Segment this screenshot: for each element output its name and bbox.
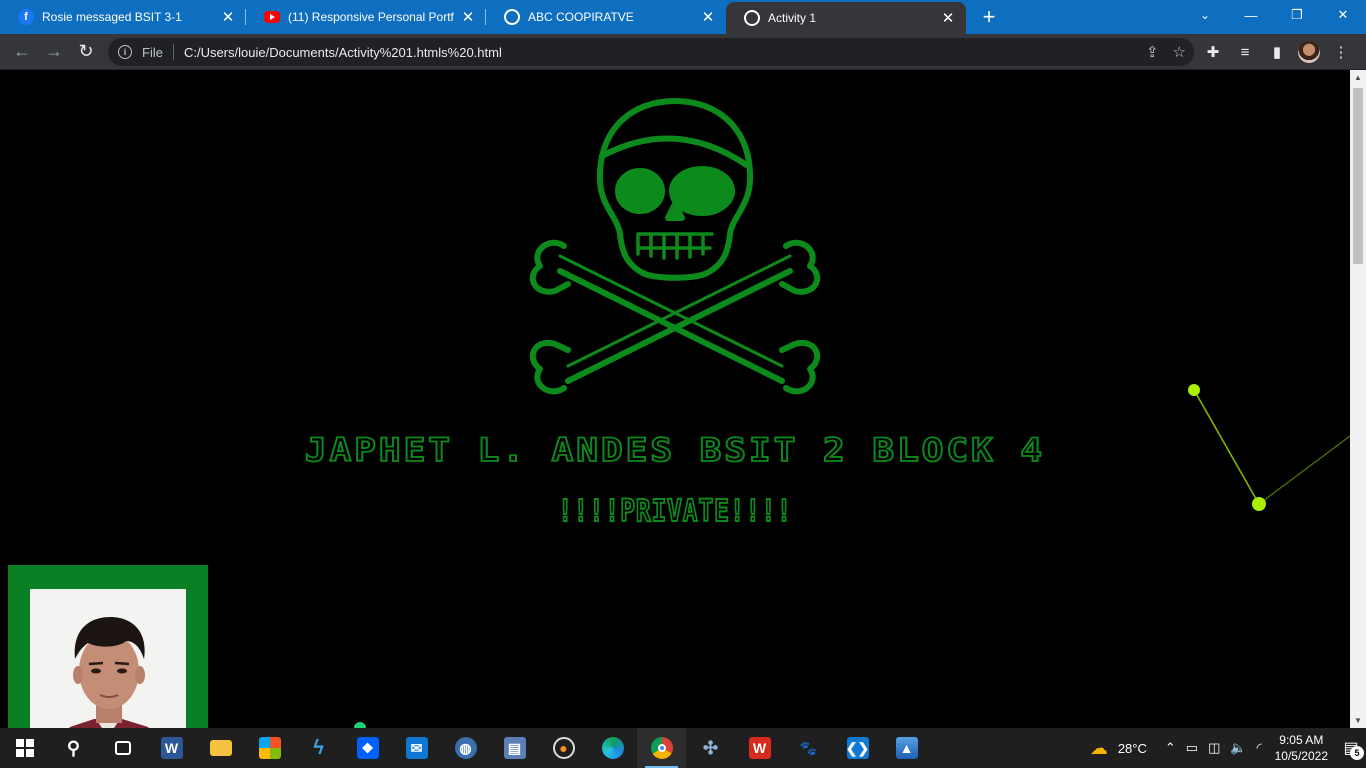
clock[interactable]: 9:05 AM 10/5/2022 <box>1267 732 1336 764</box>
clock-date: 10/5/2022 <box>1274 749 1328 763</box>
clock-time: 9:05 AM <box>1279 733 1324 747</box>
url-text[interactable]: C:/Users/louie/Documents/Activity%201.ht… <box>184 45 502 60</box>
page-content: JAPHET L. ANDES BSIT 2 BLOCK 4 !!!!PRIVA… <box>0 70 1350 728</box>
page-scrollbar[interactable]: ▲ ▼ <box>1350 70 1366 728</box>
notification-badge: 5 <box>1350 746 1364 760</box>
vs-code-insiders-icon[interactable]: ϟ <box>294 728 343 768</box>
meet-now-icon[interactable]: ◫ <box>1203 740 1225 756</box>
particle-dot <box>1188 384 1200 396</box>
system-tray: ☁ 28°C ⌃ ▭ ◫ 🔈 ◜ 9:05 AM 10/5/2022 ▤5 <box>1085 728 1366 768</box>
back-button[interactable]: ← <box>6 36 38 68</box>
skull-crossbones-logo <box>529 98 821 395</box>
reload-button[interactable]: ↻ <box>70 36 102 68</box>
tab-search-icon[interactable]: ⌄ <box>1190 0 1220 30</box>
file-explorer-icon[interactable] <box>196 728 245 768</box>
network-globe-icon[interactable]: ◍ <box>441 728 490 768</box>
scroll-up-arrow[interactable]: ▲ <box>1354 73 1362 82</box>
side-panel-icon[interactable]: ▮ <box>1266 43 1288 61</box>
info-icon[interactable]: i <box>118 45 132 59</box>
weather-icon[interactable]: ☁ <box>1085 738 1113 759</box>
media-control-icon[interactable]: ≡ <box>1234 44 1256 61</box>
volume-icon[interactable]: 🔈 <box>1225 740 1251 756</box>
gimp-icon[interactable]: 🐾 <box>784 728 833 768</box>
bookmark-star-icon[interactable]: ☆ <box>1173 43 1186 61</box>
tab-facebook[interactable]: f Rosie messaged BSIT 3-1 ✕ <box>0 0 246 34</box>
address-bar[interactable]: i File C:/Users/louie/Documents/Activity… <box>108 38 1194 66</box>
particle-dot <box>1252 497 1266 511</box>
minimize-button[interactable]: — <box>1228 0 1274 30</box>
tab-activity-1[interactable]: Activity 1 ✕ <box>726 2 966 34</box>
new-tab-button[interactable]: + <box>974 0 1004 34</box>
show-hidden-icons-icon[interactable]: ⌃ <box>1160 740 1181 756</box>
word-icon[interactable]: W <box>147 728 196 768</box>
share-icon[interactable]: ⇪ <box>1146 43 1159 61</box>
tab-title: ABC COOPIRATVE <box>528 10 634 24</box>
extensions-icon[interactable]: ✚ <box>1202 43 1224 61</box>
chrome-icon[interactable] <box>637 728 686 768</box>
wifi-icon[interactable]: ◜ <box>1252 740 1267 756</box>
battery-icon[interactable]: ▭ <box>1181 740 1203 756</box>
wps-office-icon[interactable]: W <box>735 728 784 768</box>
vscode-icon[interactable]: ❮❯ <box>833 728 882 768</box>
restore-button[interactable]: ❐ <box>1274 0 1320 30</box>
profile-photo <box>30 589 186 728</box>
page-headline: JAPHET L. ANDES BSIT 2 BLOCK 4 <box>304 431 1046 470</box>
start-button[interactable] <box>0 728 49 768</box>
page-subline: !!!!PRIVATE!!!! <box>557 493 793 530</box>
window-controls: — ❐ ✕ <box>1228 0 1366 34</box>
forward-button[interactable]: → <box>38 36 70 68</box>
youtube-icon <box>264 11 280 23</box>
tab-youtube[interactable]: (11) Responsive Personal Portfolio ✕ <box>246 0 486 34</box>
game-controller-icon[interactable]: ✣ <box>686 728 735 768</box>
windows-taskbar: ⚲ W ϟ ❖ ✉ ◍ ▤ ● ✣ W 🐾 ❮❯ ▲ ☁ 28°C ⌃ ▭ ◫ … <box>0 728 1366 768</box>
scroll-down-arrow[interactable]: ▼ <box>1354 716 1362 725</box>
facebook-icon: f <box>18 9 34 25</box>
close-icon[interactable]: ✕ <box>940 10 956 27</box>
scheme-label: File <box>142 44 163 60</box>
profile-avatar[interactable] <box>1298 41 1320 63</box>
close-icon[interactable]: ✕ <box>460 9 476 26</box>
close-window-button[interactable]: ✕ <box>1320 0 1366 30</box>
video-editor-icon[interactable]: ▤ <box>490 728 539 768</box>
profile-photo-frame <box>8 565 208 728</box>
task-view-icon[interactable] <box>98 728 147 768</box>
mail-icon[interactable]: ✉ <box>392 728 441 768</box>
media-player-icon[interactable]: ● <box>539 728 588 768</box>
edge-icon[interactable] <box>588 728 637 768</box>
menu-icon[interactable]: ⋮ <box>1330 43 1352 61</box>
globe-icon <box>504 9 520 25</box>
windows-logo-icon <box>15 739 34 757</box>
tab-title: Activity 1 <box>768 11 817 25</box>
scroll-thumb[interactable] <box>1353 88 1363 264</box>
close-icon[interactable]: ✕ <box>220 9 236 26</box>
weather-temp[interactable]: 28°C <box>1113 741 1152 756</box>
globe-icon <box>744 10 760 26</box>
close-icon[interactable]: ✕ <box>700 9 716 26</box>
tab-abc-coop[interactable]: ABC COOPIRATVE ✕ <box>486 0 726 34</box>
tab-strip: f Rosie messaged BSIT 3-1 ✕ (11) Respons… <box>0 0 1366 34</box>
notification-center-icon[interactable]: ▤5 <box>1336 733 1366 763</box>
browser-toolbar: ← → ↻ i File C:/Users/louie/Documents/Ac… <box>0 34 1366 70</box>
store-icon[interactable] <box>245 728 294 768</box>
photos-icon[interactable]: ▲ <box>882 728 931 768</box>
dropbox-icon[interactable]: ❖ <box>343 728 392 768</box>
tab-title: Rosie messaged BSIT 3-1 <box>42 10 182 24</box>
tab-title: (11) Responsive Personal Portfolio <box>288 10 454 24</box>
search-icon[interactable]: ⚲ <box>49 728 98 768</box>
